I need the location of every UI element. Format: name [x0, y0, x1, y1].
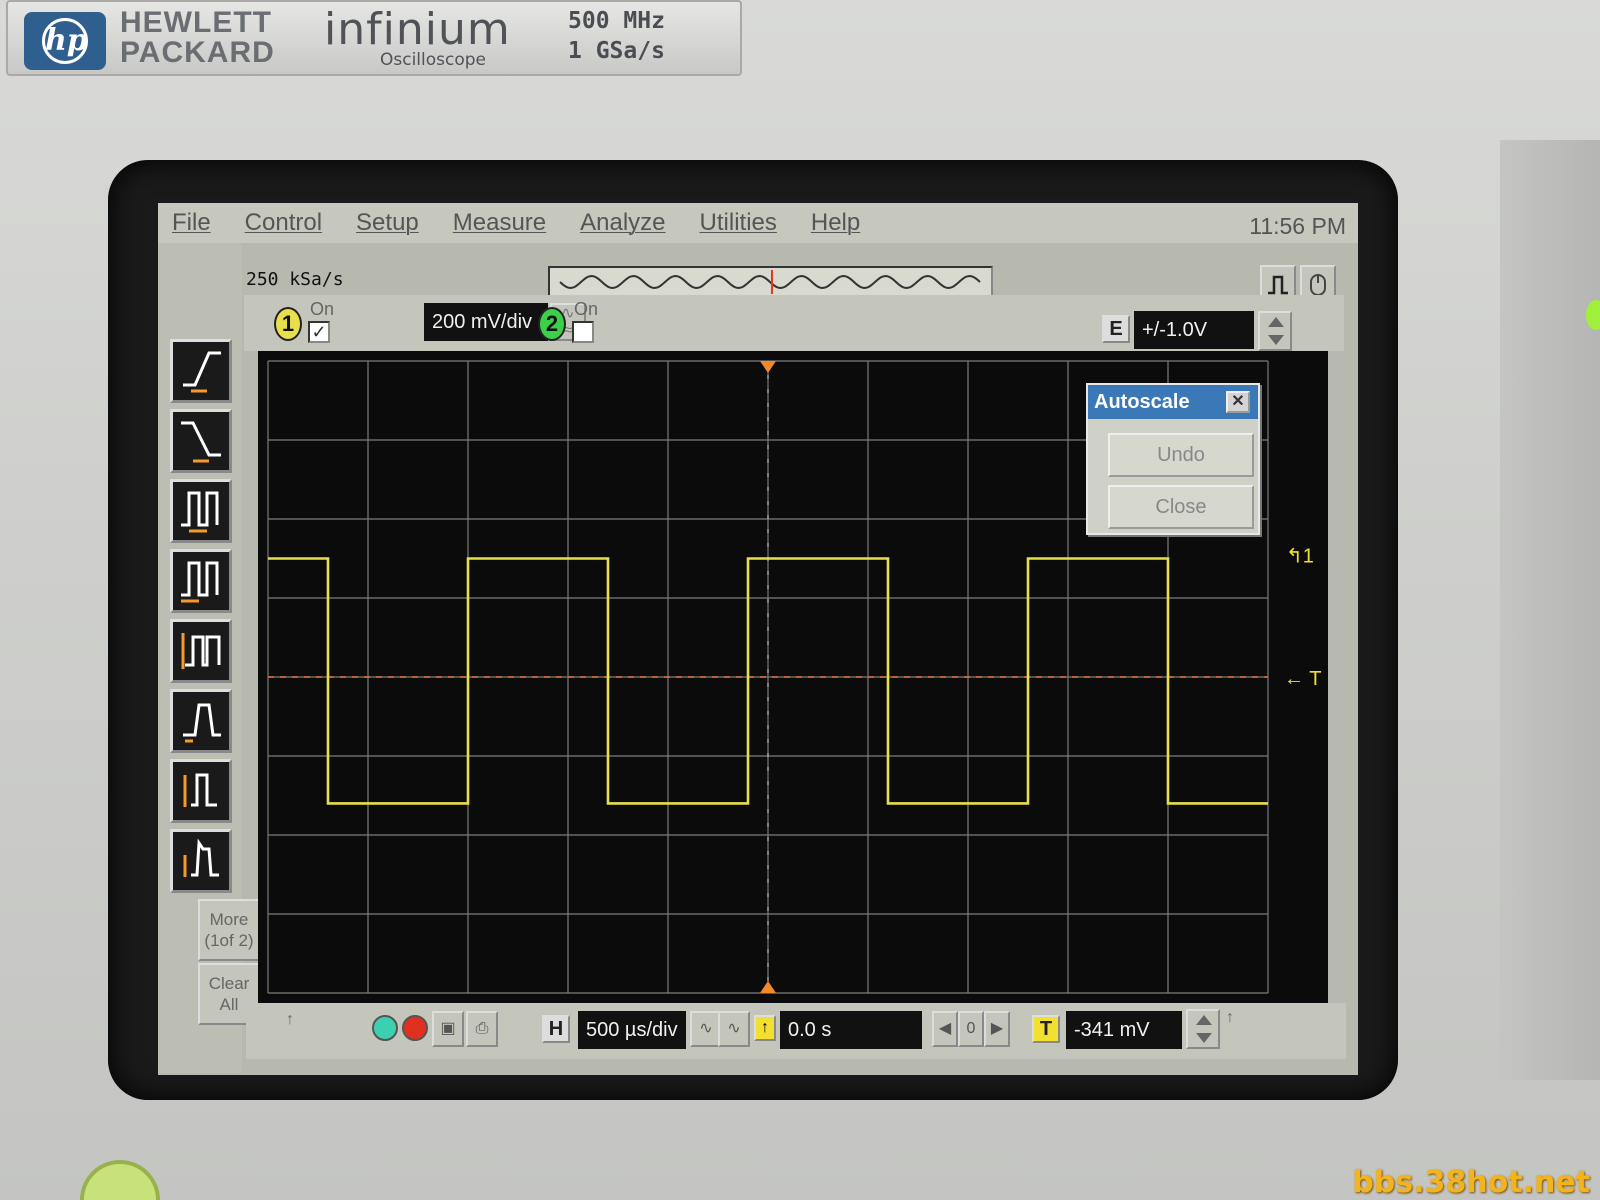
channel-1-offset-marker: ↰1	[1286, 546, 1314, 568]
reference-right-icon[interactable]: ▶	[984, 1011, 1010, 1047]
sample-rate: 250 kSa/s	[246, 269, 344, 290]
clear-label-line-1: Clear	[208, 974, 250, 993]
measurement-toolbar: More (1of 2) Clear All	[158, 243, 260, 1073]
hp-logo: hp	[24, 12, 106, 70]
clock: 11:56 PM	[1249, 213, 1346, 239]
autoscale-dialog-title: Autoscale ✕	[1088, 385, 1258, 419]
run-icon[interactable]	[372, 1015, 398, 1041]
overshoot-measure-icon[interactable]	[170, 829, 232, 893]
delay-field[interactable]: 0.0 s	[780, 1011, 922, 1049]
more-label-line-1: More	[209, 910, 249, 929]
waveform-overview[interactable]	[548, 266, 993, 298]
delay-reference-icon[interactable]: ↑	[754, 1015, 776, 1041]
rising-edge-measure-icon[interactable]	[170, 339, 232, 403]
horizontal-bar: ↑ ▣ ⎙ H 500 µs/div ∿ ∿ ↑ 0.0 s ◀ 0 ▶ T -…	[246, 1003, 1346, 1059]
rise-time-measure-icon[interactable]	[170, 689, 232, 753]
instrument-side-panel	[1500, 140, 1600, 1080]
hp-logo-text: hp	[42, 18, 88, 64]
brand-name: HEWLETT PACKARD	[120, 8, 275, 68]
channel-2-on-checkbox[interactable]	[572, 321, 594, 343]
trigger-level-spinner[interactable]	[1186, 1009, 1220, 1049]
horizontal-button[interactable]: H	[542, 1015, 570, 1043]
model-name: infinium	[324, 4, 511, 55]
nameplate: hp HEWLETT PACKARD infinium Oscilloscope…	[6, 0, 742, 76]
close-button[interactable]: Close	[1108, 485, 1254, 529]
trigger-position-marker	[760, 361, 776, 373]
menu-help[interactable]: Help	[811, 209, 860, 237]
close-icon[interactable]: ✕	[1226, 391, 1250, 413]
amplitude-measure-icon[interactable]	[170, 759, 232, 823]
device-specs: 500 MHz 1 GSa/s	[568, 6, 665, 66]
channel-1-on-label: On	[310, 299, 335, 319]
stop-icon[interactable]	[402, 1015, 428, 1041]
arrow-up-icon: ↑	[286, 1011, 294, 1028]
watermark: bbs.38hot.net	[1352, 1165, 1590, 1200]
trigger-level-label: ← T	[1284, 668, 1321, 690]
more-measurements-button[interactable]: More (1of 2)	[198, 899, 260, 961]
print-icon[interactable]: ⎙	[466, 1011, 498, 1047]
power-led	[1586, 300, 1600, 330]
model-subtitle: Oscilloscope	[380, 50, 487, 70]
trigger-slope-icon[interactable]: ↑	[1226, 1009, 1234, 1027]
channel-1-on-checkbox[interactable]: ✓	[308, 321, 330, 343]
menu-analyze[interactable]: Analyze	[580, 209, 665, 237]
single-icon[interactable]: ▣	[432, 1011, 464, 1047]
time-scale-coarse-icon[interactable]: ∿	[718, 1011, 750, 1047]
overview-trace	[559, 270, 981, 294]
external-trigger-button[interactable]: E	[1102, 315, 1130, 343]
autoscale-dialog: Autoscale ✕ Undo Close	[1086, 383, 1260, 535]
menu-setup[interactable]: Setup	[356, 209, 419, 237]
more-label-line-2: (1of 2)	[204, 931, 254, 950]
delay-marker	[760, 981, 776, 993]
time-scale-field[interactable]: 500 µs/div	[578, 1011, 686, 1049]
trigger-button[interactable]: T	[1032, 1015, 1060, 1043]
brand-line-1: HEWLETT	[120, 6, 272, 39]
pulse-width-measure-icon[interactable]	[170, 619, 232, 683]
autoscale-title-text: Autoscale	[1094, 391, 1190, 413]
menu-control[interactable]: Control	[245, 209, 322, 237]
external-range-field[interactable]: +/-1.0V	[1134, 311, 1254, 349]
brand-line-2: PACKARD	[120, 36, 275, 69]
channel-bar: 1 On ✓ 200 mV/div ∿ ≈ 2 On E +/-1.0V	[244, 295, 1344, 351]
falling-edge-measure-icon[interactable]	[170, 409, 232, 473]
channel-2-on-label: On	[574, 299, 599, 319]
spec-sample-rate: 1 GSa/s	[568, 38, 665, 64]
channel-1-badge[interactable]: 1	[274, 307, 302, 341]
undo-button[interactable]: Undo	[1108, 433, 1254, 477]
channel-2-badge[interactable]: 2	[538, 307, 566, 341]
period-measure-icon[interactable]	[170, 479, 232, 543]
oscilloscope-screen: File Control Setup Measure Analyze Utili…	[158, 203, 1358, 1075]
spec-bandwidth: 500 MHz	[568, 8, 665, 34]
reference-left-icon[interactable]: ◀	[932, 1011, 958, 1047]
menu-bar: File Control Setup Measure Analyze Utili…	[158, 203, 1358, 243]
menu-file[interactable]: File	[172, 209, 211, 237]
trigger-level-field[interactable]: -341 mV	[1066, 1011, 1182, 1049]
menu-measure[interactable]: Measure	[453, 209, 546, 237]
duty-cycle-measure-icon[interactable]	[170, 549, 232, 613]
reference-position[interactable]: 0	[958, 1011, 984, 1047]
external-range-spinner[interactable]	[1258, 311, 1292, 351]
channel-1-scale-field[interactable]: 200 mV/div	[424, 303, 548, 341]
menu-utilities[interactable]: Utilities	[700, 209, 777, 237]
